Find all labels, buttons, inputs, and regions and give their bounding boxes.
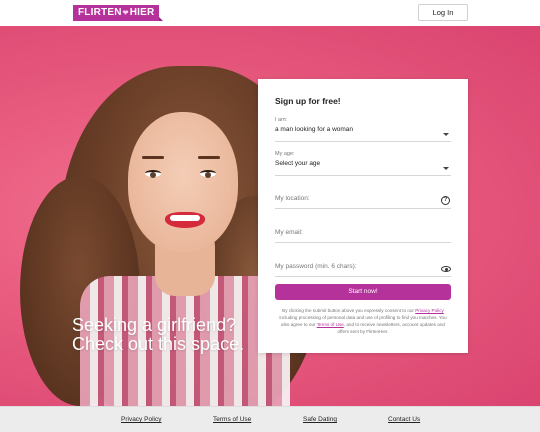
age-select[interactable]: My age: Select your age: [275, 151, 451, 176]
location-input[interactable]: My location: ?: [275, 195, 451, 209]
hero-tagline-line2: Check out this space.: [72, 334, 245, 354]
email-input[interactable]: My email:: [275, 229, 451, 243]
site-header: FLIRTEN❤HIER Log In: [0, 0, 540, 26]
hero-tagline-line1: Seeking a girlfriend?: [72, 315, 237, 335]
location-placeholder: My location:: [275, 195, 310, 202]
question-circle-icon[interactable]: ?: [441, 196, 450, 205]
age-value: Select your age: [275, 160, 321, 167]
gender-label: I am:: [275, 117, 288, 123]
start-now-button[interactable]: Start now!: [275, 284, 451, 300]
consent-text: By clicking the submit button above you …: [275, 307, 451, 335]
footer-link-privacy[interactable]: Privacy Policy: [121, 416, 161, 423]
privacy-policy-link[interactable]: Privacy Policy: [415, 308, 444, 313]
chevron-down-icon: [443, 133, 449, 136]
email-placeholder: My email:: [275, 229, 303, 236]
heart-icon: ❤: [122, 10, 129, 17]
hero-tagline: Seeking a girlfriend? Check out this spa…: [72, 316, 244, 354]
hero-image-brow-left: [142, 156, 164, 159]
chevron-down-icon: [443, 167, 449, 170]
site-footer: Privacy Policy Terms of Use Safe Dating …: [0, 406, 540, 432]
hero-image-eye-left: [145, 170, 161, 178]
signup-title: Sign up for free!: [275, 96, 341, 106]
gender-value: a man looking for a woman: [275, 126, 354, 133]
terms-of-use-link[interactable]: Terms of Use: [317, 322, 344, 327]
hero-image-brow-right: [198, 156, 220, 159]
logo-text-right: HIER: [129, 7, 155, 18]
hero-image-teeth: [170, 215, 200, 221]
signup-form: Sign up for free! I am: a man looking fo…: [258, 79, 468, 353]
login-button[interactable]: Log In: [418, 4, 468, 21]
consent-part3: , and to receive newsletters, account up…: [337, 322, 445, 334]
footer-link-safe-dating[interactable]: Safe Dating: [303, 416, 337, 423]
gender-select[interactable]: I am: a man looking for a woman: [275, 117, 451, 142]
logo[interactable]: FLIRTEN❤HIER: [73, 5, 164, 21]
footer-link-terms[interactable]: Terms of Use: [213, 416, 251, 423]
footer-link-contact[interactable]: Contact Us: [388, 416, 420, 423]
password-placeholder: My password (min. 6 chars):: [275, 263, 357, 270]
logo-text-left: FLIRTEN: [78, 7, 122, 18]
eye-icon[interactable]: [441, 266, 451, 272]
consent-part1: By clicking the submit button above you …: [282, 308, 414, 313]
age-label: My age:: [275, 151, 295, 157]
password-input[interactable]: My password (min. 6 chars):: [275, 263, 451, 277]
hero-image-eye-right: [200, 170, 216, 178]
hero-image-face: [128, 112, 238, 252]
